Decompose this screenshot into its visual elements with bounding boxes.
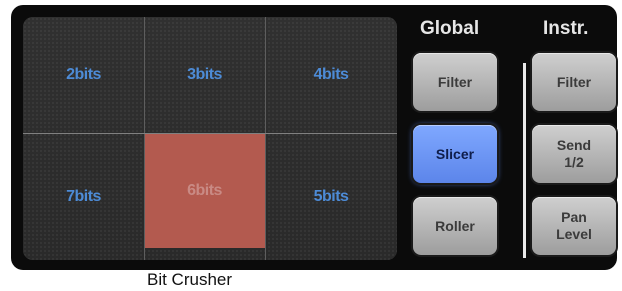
grid-divider-vertical [144, 17, 145, 260]
pad-grid: 2bits 3bits 4bits 7bits 6bits 5bits [23, 17, 397, 260]
global-header: Global [420, 18, 480, 39]
pad-cell-label: 2bits [66, 66, 101, 83]
pad-cell-label: 4bits [313, 66, 349, 83]
instr-header: Instr. [543, 18, 589, 39]
pad-cell-label: 7bits [66, 187, 101, 205]
pad-cell-2bits[interactable]: 2bits [23, 17, 144, 133]
xy-pad[interactable]: 2bits 3bits 4bits 7bits 6bits 5bits [23, 17, 397, 260]
pad-cell-label: 3bits [187, 66, 222, 83]
pad-cell-label: 5bits [313, 187, 349, 205]
pad-cell-3bits[interactable]: 3bits [144, 17, 265, 133]
instr-filter-button[interactable]: Filter [532, 53, 616, 111]
pad-cell-5bits[interactable]: 5bits [265, 133, 397, 260]
figure-caption: Bit Crusher [147, 270, 233, 289]
button-label: Slicer [435, 145, 475, 162]
button-label: Roller [435, 217, 475, 234]
global-roller-button[interactable]: Roller [413, 197, 497, 255]
button-label: Filter [437, 73, 473, 90]
grid-divider-horizontal [23, 133, 397, 134]
pad-cell-7bits[interactable]: 7bits [23, 133, 144, 260]
button-label: Pan Level [556, 209, 592, 242]
button-label: Filter [556, 73, 592, 90]
pad-cell-6bits[interactable]: 6bits [144, 133, 265, 248]
pad-cell-label: 6bits [187, 181, 222, 199]
effects-panel: 2bits 3bits 4bits 7bits 6bits 5bits Glob… [11, 5, 617, 270]
global-slicer-button[interactable]: Slicer [413, 125, 497, 183]
section-divider [523, 63, 526, 258]
instr-pan-level-button[interactable]: Pan Level [532, 197, 616, 255]
instr-send-button[interactable]: Send 1/2 [532, 125, 616, 183]
grid-divider-vertical [265, 17, 266, 260]
pad-cell-4bits[interactable]: 4bits [265, 17, 397, 133]
global-filter-button[interactable]: Filter [413, 53, 497, 111]
button-label: Send 1/2 [556, 137, 592, 170]
